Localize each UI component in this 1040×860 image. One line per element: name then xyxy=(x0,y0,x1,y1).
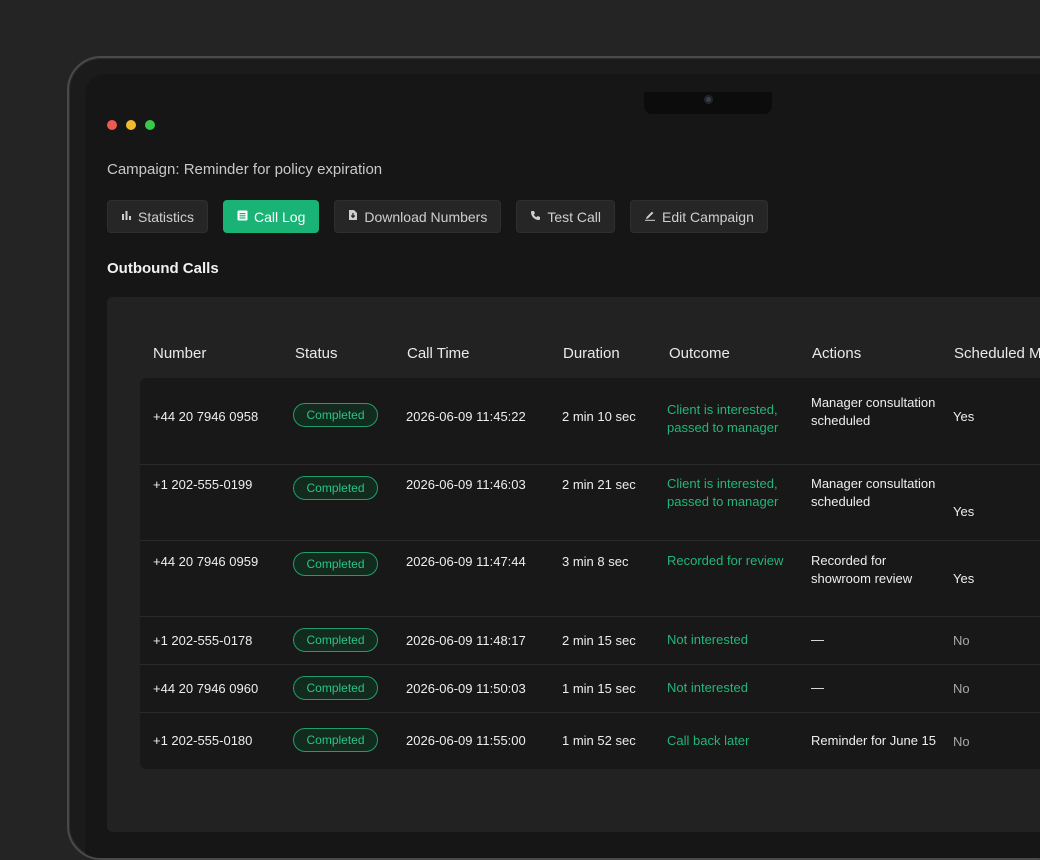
cell-actions: Recorded for showroom review xyxy=(811,553,913,586)
column-header-actions[interactable]: Actions xyxy=(812,345,861,362)
table-header: Number Status Call Time Duration Outcome… xyxy=(141,345,1040,365)
cell-actions: Manager consultation scheduled xyxy=(811,395,936,428)
minimize-window-button[interactable] xyxy=(126,120,136,130)
edit-icon xyxy=(644,210,656,224)
maximize-window-button[interactable] xyxy=(145,120,155,130)
app-window: Campaign: Reminder for policy expiration… xyxy=(85,74,1040,858)
cell-outcome: Not interested xyxy=(667,632,748,647)
campaign-toolbar: Statistics Call Log Download Numbers Tes… xyxy=(107,200,768,233)
status-badge: Completed xyxy=(293,728,378,752)
section-title: Outbound Calls xyxy=(107,260,219,277)
call-log-label: Call Log xyxy=(254,208,306,225)
table-body: +44 20 7946 0958 Completed 2026-06-09 11… xyxy=(140,378,1040,769)
cell-duration: 2 min 10 sec xyxy=(562,409,636,424)
cell-actions: Manager consultation scheduled xyxy=(811,476,936,509)
status-badge: Completed xyxy=(293,628,378,652)
window-controls xyxy=(107,120,155,130)
cell-outcome: Call back later xyxy=(667,733,750,748)
cell-duration: 3 min 8 sec xyxy=(562,554,629,569)
cell-outcome: Client is interested, passed to manager xyxy=(667,402,779,435)
cell-call-time: 2026-06-09 11:46:03 xyxy=(406,477,526,492)
cell-actions: Reminder for June 15 xyxy=(811,733,937,748)
bar-chart-icon xyxy=(121,210,132,223)
close-window-button[interactable] xyxy=(107,120,117,130)
cell-actions: — xyxy=(811,680,824,695)
cell-call-time: 2026-06-09 11:47:44 xyxy=(406,554,526,569)
cell-number: +44 20 7946 0959 xyxy=(153,554,259,569)
laptop-frame: Campaign: Reminder for policy expiration… xyxy=(67,56,1040,860)
column-header-duration[interactable]: Duration xyxy=(563,345,620,362)
table-row[interactable]: +1 202-555-0180 Completed 2026-06-09 11:… xyxy=(140,712,1040,769)
edit-campaign-button[interactable]: Edit Campaign xyxy=(630,200,768,233)
camera-notch xyxy=(644,92,772,114)
cell-outcome: Not interested xyxy=(667,680,748,695)
call-log-button[interactable]: Call Log xyxy=(223,200,320,233)
cell-scheduled: No xyxy=(953,681,970,696)
table-row[interactable]: +44 20 7946 0960 Completed 2026-06-09 11… xyxy=(140,664,1040,713)
cell-number: +1 202-555-0199 xyxy=(153,477,253,492)
edit-campaign-label: Edit Campaign xyxy=(662,208,754,225)
cell-call-time: 2026-06-09 11:50:03 xyxy=(406,681,526,696)
phone-icon xyxy=(530,210,541,224)
cell-duration: 1 min 15 sec xyxy=(562,681,636,696)
status-badge: Completed xyxy=(293,476,378,500)
cell-scheduled: Yes xyxy=(953,409,975,424)
cell-actions: — xyxy=(811,632,824,647)
status-badge: Completed xyxy=(293,552,378,576)
table-row[interactable]: +1 202-555-0199 Completed 2026-06-09 11:… xyxy=(140,464,1040,541)
statistics-label: Statistics xyxy=(138,208,195,225)
cell-outcome: Recorded for review xyxy=(667,553,784,568)
cell-duration: 2 min 15 sec xyxy=(562,633,636,648)
cell-scheduled: No xyxy=(953,734,970,749)
cell-number: +44 20 7946 0958 xyxy=(153,409,259,424)
column-header-scheduled[interactable]: Scheduled M xyxy=(954,345,1040,362)
test-call-label: Test Call xyxy=(547,208,602,225)
list-icon xyxy=(237,210,248,224)
calls-table-panel: Number Status Call Time Duration Outcome… xyxy=(107,297,1040,832)
status-badge: Completed xyxy=(293,676,378,700)
cell-call-time: 2026-06-09 11:48:17 xyxy=(406,633,526,648)
page-title: Campaign: Reminder for policy expiration xyxy=(107,161,383,178)
test-call-button[interactable]: Test Call xyxy=(516,200,616,233)
cell-scheduled: No xyxy=(953,633,970,648)
camera-icon xyxy=(704,95,713,104)
cell-number: +1 202-555-0180 xyxy=(153,733,253,748)
download-icon xyxy=(348,209,358,224)
cell-call-time: 2026-06-09 11:55:00 xyxy=(406,733,526,748)
cell-call-time: 2026-06-09 11:45:22 xyxy=(406,409,526,424)
cell-scheduled: Yes xyxy=(953,504,975,519)
statistics-button[interactable]: Statistics xyxy=(107,200,209,233)
table-row[interactable]: +44 20 7946 0958 Completed 2026-06-09 11… xyxy=(140,378,1040,465)
column-header-status[interactable]: Status xyxy=(295,345,338,362)
cell-duration: 1 min 52 sec xyxy=(562,733,636,748)
column-header-number[interactable]: Number xyxy=(153,345,206,362)
cell-number: +44 20 7946 0960 xyxy=(153,681,259,696)
cell-outcome: Client is interested, passed to manager xyxy=(667,476,779,509)
status-badge: Completed xyxy=(293,403,378,427)
download-numbers-button[interactable]: Download Numbers xyxy=(334,200,502,233)
cell-duration: 2 min 21 sec xyxy=(562,477,636,492)
column-header-call-time[interactable]: Call Time xyxy=(407,345,470,362)
cell-scheduled: Yes xyxy=(953,571,975,586)
table-row[interactable]: +1 202-555-0178 Completed 2026-06-09 11:… xyxy=(140,616,1040,665)
download-numbers-label: Download Numbers xyxy=(364,208,488,225)
column-header-outcome[interactable]: Outcome xyxy=(669,345,730,362)
table-row[interactable]: +44 20 7946 0959 Completed 2026-06-09 11… xyxy=(140,540,1040,617)
cell-number: +1 202-555-0178 xyxy=(153,633,253,648)
